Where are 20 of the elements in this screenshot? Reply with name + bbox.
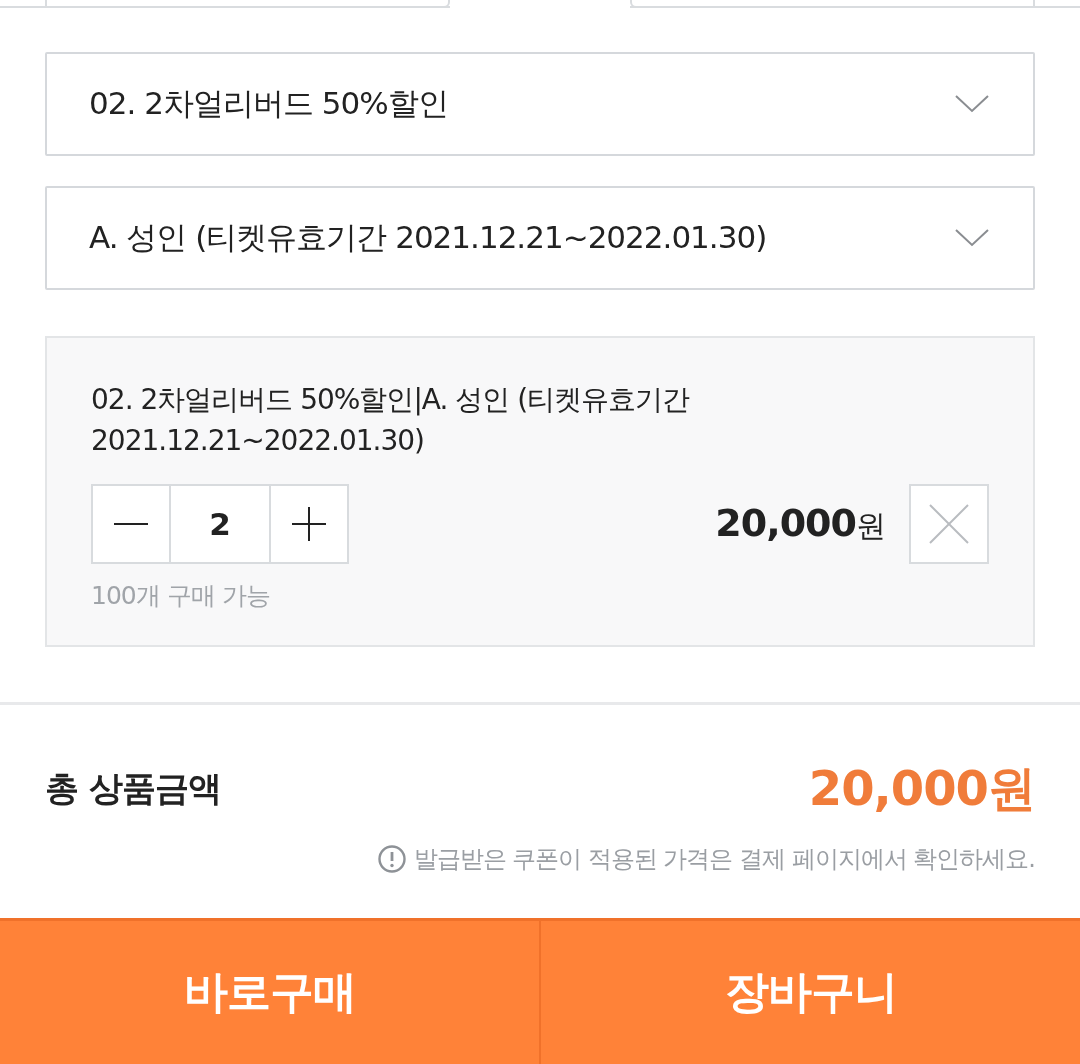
close-icon [929,504,969,544]
minus-icon [114,523,148,525]
tab-edge[interactable] [630,0,1035,8]
total-label: 총 상품금액 [45,767,221,810]
info-icon [377,845,406,873]
option-select[interactable]: 02. 2차얼리버드 50%할인 [45,52,1035,156]
quantity-field[interactable]: 2 [169,484,271,564]
coupon-notice: 발급받은 쿠폰이 적용된 가격은 결제 페이지에서 확인하세요. [413,844,1035,875]
item-price: 20,000원 [715,501,885,547]
option-name: 02. 2차얼리버드 50%할인|A. 성인 (티켓유효기간 2021.12.21~2022.01.30) [91,382,691,459]
option-select[interactable]: A. 성인 (티켓유효기간 2021.12.21~2022.01.30) [45,186,1035,290]
tab-edge[interactable] [45,0,450,8]
increase-button[interactable] [269,484,349,564]
plus-icon [292,507,326,541]
remove-button[interactable] [909,484,989,564]
chevron-down-icon [955,229,989,247]
chevron-down-icon [955,95,989,113]
decrease-button[interactable] [91,484,171,564]
total-amount: 20,000원 [808,759,1035,818]
stock-note: 100개 구매 가능 [91,580,271,612]
